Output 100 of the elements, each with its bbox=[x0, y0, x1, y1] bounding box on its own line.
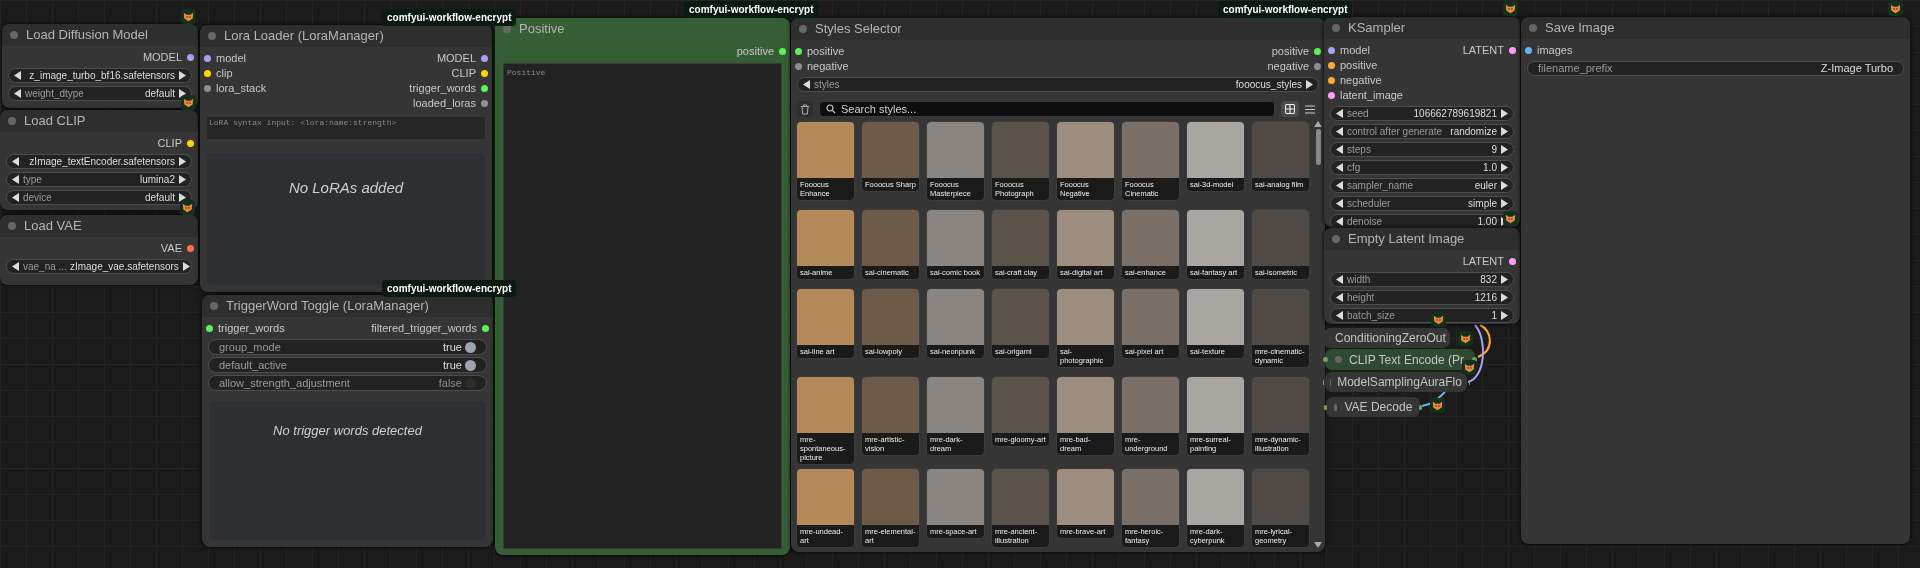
node-title: Save Image bbox=[1545, 19, 1615, 38]
photo-placeholder bbox=[797, 122, 854, 178]
dropdown-widget[interactable]: zImage_textEncoder.safetensors bbox=[6, 154, 192, 169]
socket-label: CLIP bbox=[451, 66, 476, 82]
collapsed-node[interactable]: VAE Decode bbox=[1326, 397, 1420, 417]
photo-placeholder bbox=[1057, 377, 1114, 433]
photo-placeholder bbox=[797, 469, 854, 525]
empty-message: No trigger words detected bbox=[273, 422, 422, 440]
node-header[interactable]: Load CLIP bbox=[0, 110, 198, 132]
left-arrow-icon[interactable] bbox=[12, 262, 20, 271]
socket-label: filtered_trigger_words bbox=[371, 321, 477, 337]
socket-label: negative bbox=[1267, 59, 1309, 75]
photo-placeholder bbox=[927, 210, 984, 266]
node-title: Load Diffusion Model bbox=[26, 26, 148, 45]
lora-input-field[interactable]: LoRA syntax input: <lora:name:strength> bbox=[207, 117, 485, 139]
dropdown-widget[interactable]: control after generate randomize bbox=[1330, 124, 1514, 139]
empty-message: No LoRAs added bbox=[288, 178, 404, 198]
photo-placeholder bbox=[1187, 469, 1244, 525]
toggle-widget[interactable]: group_mode true bbox=[208, 339, 487, 355]
search-box[interactable]: Search styles... bbox=[819, 101, 1275, 117]
node-header[interactable]: Styles Selector bbox=[791, 18, 1325, 40]
photo-placeholder bbox=[1122, 377, 1179, 433]
photo-placeholder bbox=[862, 377, 919, 433]
dropdown-widget[interactable]: width 832 bbox=[1330, 272, 1514, 287]
collapsed-node[interactable]: CLIP Text Encode (Pr bbox=[1325, 349, 1475, 370]
workflow-badge: comfyui-workflow-encrypt bbox=[1218, 1, 1353, 18]
dropdown-widget[interactable]: device default bbox=[6, 190, 192, 205]
socket-label: MODEL bbox=[436, 51, 476, 67]
collapsed-node[interactable]: ConditioningZeroOut bbox=[1323, 328, 1450, 348]
socket-label: loaded_loras bbox=[413, 96, 476, 112]
socket-label: model bbox=[216, 51, 246, 67]
toggle-widget[interactable]: allow_strength_adjustment false bbox=[208, 375, 487, 391]
dropdown-widget[interactable]: vae_na ... zImage_vae.safetensors bbox=[6, 259, 192, 274]
photo-placeholder bbox=[1187, 210, 1244, 266]
socket-label: LATENT bbox=[1462, 43, 1504, 59]
dropdown-widget[interactable]: height 1216 bbox=[1330, 290, 1514, 305]
dropdown-widget[interactable]: type lumina2 bbox=[6, 172, 192, 187]
socket-label: LATENT bbox=[1462, 254, 1504, 270]
photo-placeholder bbox=[992, 469, 1049, 525]
photo-placeholder bbox=[992, 289, 1049, 345]
photo-placeholder bbox=[1057, 210, 1114, 266]
dropdown-widget[interactable]: seed 106662789619821 bbox=[1330, 106, 1514, 121]
workflow-badge: comfyui-workflow-encrypt bbox=[382, 280, 517, 297]
node-title: VAE Decode bbox=[1344, 399, 1413, 416]
dropdown-widget[interactable]: cfg 1.0 bbox=[1330, 160, 1514, 175]
grid-icon bbox=[1285, 104, 1295, 114]
node-header[interactable]: Load Diffusion Model bbox=[2, 24, 198, 46]
dropdown-widget[interactable]: batch_size 1 bbox=[1330, 308, 1514, 323]
node-title: Positive bbox=[519, 20, 565, 39]
dropdown-widget[interactable]: z_image_turbo_bf16.safetensors bbox=[8, 68, 192, 83]
scroll-down-icon[interactable] bbox=[1314, 542, 1322, 548]
node-title: Load VAE bbox=[24, 217, 82, 236]
socket-label: latent_image bbox=[1340, 88, 1403, 104]
toggle-knob[interactable] bbox=[465, 359, 476, 371]
node-header[interactable]: Lora Loader (LoraManager) bbox=[200, 25, 492, 47]
node-header[interactable]: Empty Latent Image bbox=[1324, 228, 1520, 250]
dropdown-widget[interactable]: scheduler simple bbox=[1330, 196, 1514, 211]
fox-icon bbox=[1503, 211, 1518, 226]
scrollbar-thumb[interactable] bbox=[1315, 129, 1321, 165]
view-toggle[interactable] bbox=[1281, 101, 1299, 117]
left-arrow-icon[interactable] bbox=[803, 80, 811, 89]
delete-button[interactable] bbox=[797, 101, 813, 117]
dropdown-widget[interactable]: styles fooocus_styles bbox=[797, 77, 1319, 92]
fox-icon bbox=[1462, 360, 1477, 375]
node-title: Styles Selector bbox=[815, 20, 902, 39]
node-header[interactable]: Load VAE bbox=[0, 215, 198, 237]
collapsed-node[interactable]: ModelSamplingAuraFlo bbox=[1325, 372, 1467, 392]
dropdown-widget[interactable]: weight_dtype default bbox=[8, 86, 192, 101]
photo-placeholder bbox=[1187, 122, 1244, 178]
dropdown-widget[interactable]: sampler_name euler bbox=[1330, 178, 1514, 193]
dropdown-widget[interactable]: steps 9 bbox=[1330, 142, 1514, 157]
photo-placeholder bbox=[862, 289, 919, 345]
right-arrow-icon[interactable] bbox=[1305, 80, 1313, 89]
socket-label: positive bbox=[1340, 58, 1378, 74]
toggle-knob[interactable] bbox=[465, 377, 476, 389]
workflow-badge: comfyui-workflow-encrypt bbox=[382, 9, 517, 26]
photo-placeholder bbox=[927, 122, 984, 178]
photo-placeholder bbox=[1252, 377, 1309, 433]
node-header[interactable]: TriggerWord Toggle (LoraManager) bbox=[202, 295, 493, 317]
fox-icon bbox=[1458, 331, 1473, 346]
node-header[interactable]: KSampler bbox=[1324, 17, 1520, 39]
right-arrow-icon[interactable] bbox=[181, 262, 190, 271]
node-header[interactable]: Save Image bbox=[1521, 17, 1910, 39]
photo-placeholder bbox=[1252, 122, 1309, 178]
fox-icon bbox=[181, 95, 196, 110]
node-canvas[interactable] bbox=[0, 0, 1920, 568]
search-icon bbox=[826, 104, 836, 114]
trash-icon bbox=[800, 103, 810, 115]
socket-label: clip bbox=[216, 66, 233, 82]
scroll-up-icon[interactable] bbox=[1314, 121, 1322, 127]
photo-placeholder bbox=[1122, 289, 1179, 345]
toggle-knob[interactable] bbox=[465, 341, 476, 353]
fox-icon bbox=[1430, 398, 1445, 413]
toggle-widget[interactable]: default_active true bbox=[208, 357, 487, 373]
photo-placeholder bbox=[862, 122, 919, 178]
node-title: ModelSamplingAuraFlo bbox=[1337, 374, 1462, 391]
search-field[interactable]: Search styles... bbox=[841, 100, 1268, 118]
node-title: CLIP Text Encode (Pr bbox=[1349, 351, 1465, 369]
node-title: ConditioningZeroOut bbox=[1335, 330, 1446, 347]
text-widget[interactable]: filename_prefix Z-Image Turbo bbox=[1527, 61, 1904, 76]
